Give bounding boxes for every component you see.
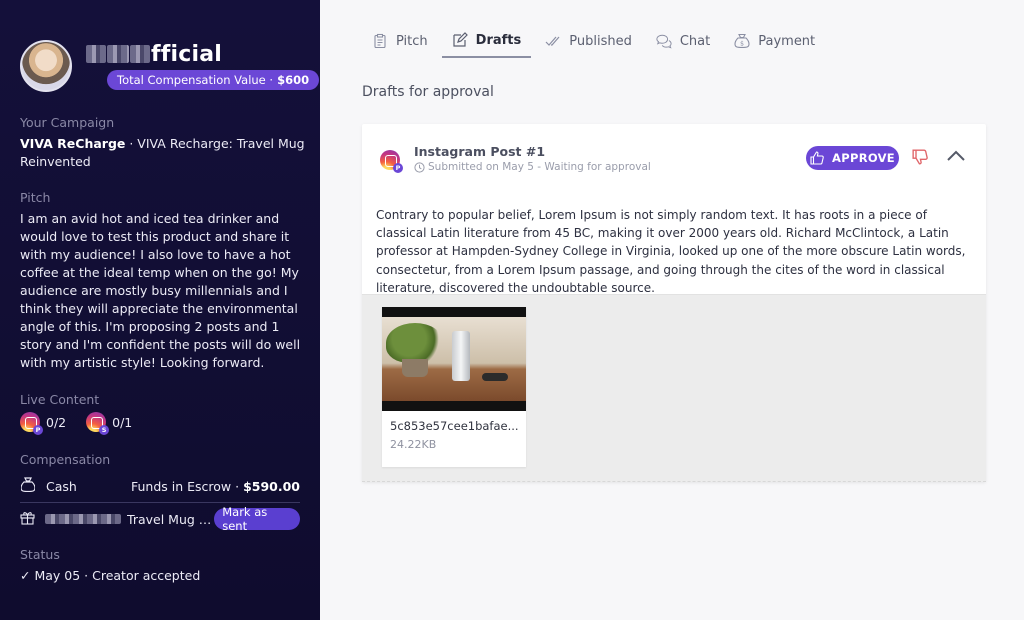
tab-label: Payment (758, 33, 816, 49)
compensation-badge-label: Total Compensation Value · (117, 73, 274, 87)
status-label: Status (20, 547, 60, 562)
campaign-text: VIVA ReCharge · VIVA Recharge: Travel Mu… (20, 135, 305, 171)
sunglasses-shape (482, 373, 508, 381)
cash-status: Funds in Escrow · $590.00 (131, 479, 300, 494)
story-badge: S (99, 425, 110, 435)
cash-label: Cash (46, 478, 77, 494)
chat-bubbles-icon (656, 34, 672, 49)
pitch-label: Pitch (20, 190, 51, 205)
campaign-section: Your Campaign VIVA ReCharge · VIVA Recha… (20, 115, 305, 171)
tab-label: Pitch (396, 33, 428, 49)
story-count: 0/1 (112, 414, 133, 430)
thumbs-down-icon[interactable] (912, 149, 928, 165)
cash-row: Cash Funds in Escrow · $590.00 (20, 472, 300, 500)
compensation-section: Compensation Cash Funds in Escrow · $590… (20, 452, 300, 533)
username-text: fficial (151, 41, 223, 67)
clipboard-icon (374, 33, 386, 49)
creator-profile: fficial Total Compensation Value · $600 (20, 40, 320, 92)
redacted-name-part (130, 45, 150, 63)
photo-scene (382, 317, 526, 401)
tab-label: Published (569, 33, 632, 49)
creator-username: fficial (86, 40, 222, 68)
mark-as-sent-button[interactable]: Mark as sent (214, 505, 300, 533)
thumbs-up-icon (810, 151, 824, 165)
campaign-sidebar: fficial Total Compensation Value · $600 … (0, 0, 320, 620)
attachment-filename: 5c853e57cee1bafae... (390, 419, 519, 433)
svg-text:$: $ (740, 41, 744, 48)
money-bag-icon (20, 477, 36, 495)
live-content-row: P 0/2 S 0/1 (20, 412, 305, 435)
live-content-section: Live Content P 0/2 S 0/1 (20, 392, 305, 435)
status-row: ✓ May 05 · Creator accepted (20, 567, 305, 585)
divider (20, 502, 300, 503)
avatar (20, 40, 72, 92)
tab-chat[interactable]: Chat (646, 24, 720, 58)
product-row: Travel Mug R... Mark as sent (20, 505, 300, 533)
compensation-label: Compensation (20, 452, 111, 467)
post-badge: P (33, 425, 43, 435)
tab-pitch[interactable]: Pitch (362, 24, 438, 58)
attachment-thumbnail[interactable] (382, 307, 526, 411)
draft-subtitle: Submitted on May 5 - Waiting for approva… (414, 161, 651, 173)
travel-mug-shape (452, 331, 470, 381)
campaign-brand: VIVA ReCharge (20, 136, 126, 151)
clock-icon (414, 161, 425, 173)
plant-shape (386, 323, 444, 363)
content-tabs: Pitch Drafts Published Chat $ Payment (362, 24, 829, 62)
page-title: Drafts for approval (362, 84, 494, 100)
draft-caption: Contrary to popular belief, Lorem Ipsum … (376, 208, 966, 295)
pitch-text: I am an avid hot and iced tea drinker an… (20, 211, 301, 370)
checkmark-icon: ✓ (20, 568, 31, 583)
gift-icon (20, 510, 35, 528)
double-check-icon (545, 36, 560, 46)
post-count: 0/2 (46, 414, 67, 430)
pitch-section: Pitch I am an avid hot and iced tea drin… (20, 190, 305, 372)
attachment-filesize: 24.22KB (390, 438, 437, 451)
status-section: Status ✓ May 05 · Creator accepted (20, 547, 305, 585)
draft-card-header: P Instagram Post #1 Submitted on May 5 -… (380, 144, 970, 174)
post-badge: P (393, 163, 403, 173)
pencil-icon (453, 32, 468, 47)
chevron-up-icon[interactable] (946, 148, 966, 164)
tab-label: Drafts (475, 32, 522, 48)
redacted-name-part (86, 45, 106, 63)
instagram-post-icon: P (20, 412, 43, 435)
tab-published[interactable]: Published (535, 24, 642, 58)
media-attachment[interactable]: 5c853e57cee1bafae... 24.22KB (382, 307, 526, 467)
draft-card: P Instagram Post #1 Submitted on May 5 -… (362, 124, 986, 482)
draft-status-text: Submitted on May 5 - Waiting for approva… (428, 161, 651, 173)
money-bag-icon: $ (734, 33, 750, 49)
instagram-story-icon: S (86, 412, 110, 435)
draft-title: Instagram Post #1 (414, 144, 546, 159)
approve-label: APPROVE (832, 151, 895, 165)
approve-button[interactable]: APPROVE (806, 146, 899, 170)
redacted-brand (45, 514, 122, 524)
tab-payment[interactable]: $ Payment (724, 24, 825, 58)
redacted-name-part (107, 45, 129, 63)
campaign-label: Your Campaign (20, 115, 115, 130)
tab-drafts[interactable]: Drafts (441, 24, 532, 58)
escrow-status: Funds in Escrow · (130, 478, 240, 494)
cash-amount: $590.00 (243, 478, 300, 494)
instagram-post-icon: P (380, 150, 403, 173)
live-content-label: Live Content (20, 392, 100, 407)
compensation-badge-value: $600 (277, 73, 310, 87)
tab-label: Chat (679, 33, 711, 49)
status-text: May 05 · Creator accepted (34, 568, 201, 583)
product-name: Travel Mug R... (127, 511, 215, 527)
total-compensation-badge: Total Compensation Value · $600 (107, 70, 320, 90)
draft-media-area: 5c853e57cee1bafae... 24.22KB (362, 294, 986, 482)
pot-shape (402, 359, 428, 377)
